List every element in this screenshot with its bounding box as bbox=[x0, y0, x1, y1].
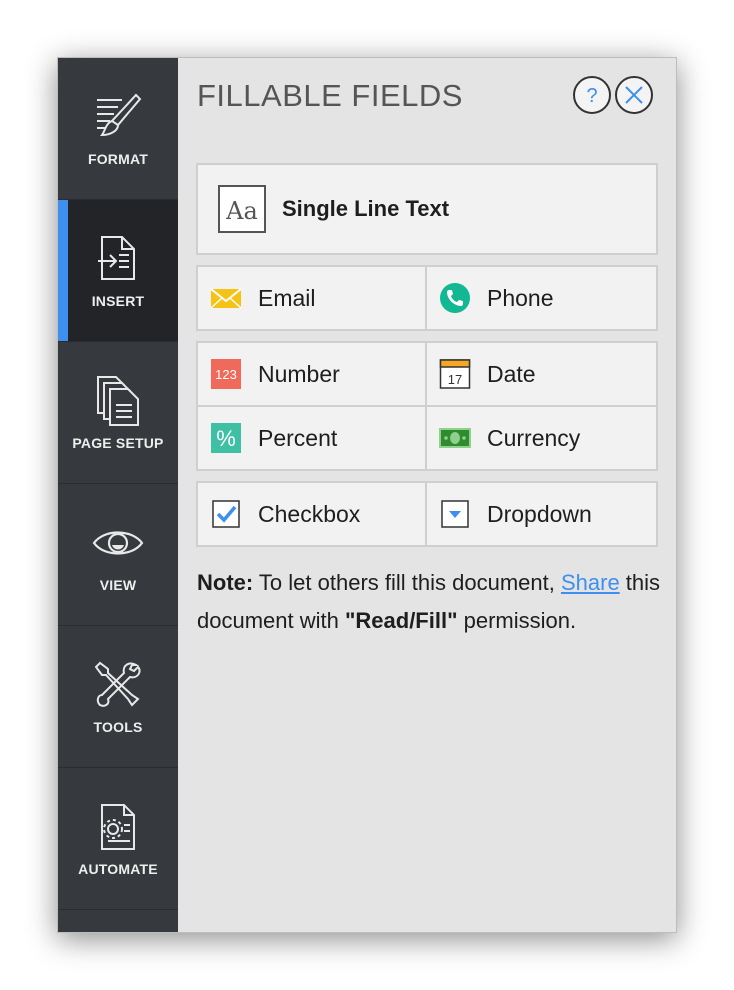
currency-field-button[interactable]: Currency bbox=[425, 405, 658, 471]
currency-label: Currency bbox=[487, 424, 581, 451]
sidebar-item-label: TOOLS bbox=[93, 718, 143, 735]
text-aa-icon: Aa bbox=[218, 185, 266, 233]
panel-title: FILLABLE FIELDS bbox=[197, 78, 463, 113]
page-setup-icon bbox=[97, 375, 139, 426]
sidebar-item-insert[interactable]: INSERT bbox=[58, 200, 178, 342]
checkbox-label: Checkbox bbox=[258, 500, 361, 527]
number-label: Number bbox=[258, 360, 340, 387]
percent-label: Percent bbox=[258, 424, 338, 451]
note-text-3: permission. bbox=[457, 608, 577, 633]
note-permission: "Read/Fill" bbox=[344, 608, 458, 633]
note-prefix: Note: bbox=[197, 570, 254, 595]
sidebar-item-label: PAGE SETUP bbox=[72, 434, 164, 451]
sidebar-item-label: FORMAT bbox=[87, 150, 149, 167]
sidebar-item-label: INSERT bbox=[91, 292, 145, 309]
checkbox-field-button[interactable]: Checkbox bbox=[196, 481, 427, 547]
close-button[interactable] bbox=[615, 76, 653, 114]
dropdown-field-button[interactable]: Dropdown bbox=[425, 481, 658, 547]
date-field-button[interactable]: 17 Date bbox=[425, 341, 658, 407]
eye-icon bbox=[92, 530, 144, 555]
help-button[interactable]: ? bbox=[573, 76, 611, 114]
percent-field-button[interactable]: % Percent bbox=[196, 405, 427, 471]
dropdown-label: Dropdown bbox=[487, 500, 592, 527]
sidebar-item-page-setup[interactable]: PAGE SETUP bbox=[58, 342, 178, 484]
svg-text:%: % bbox=[216, 426, 236, 451]
fillable-fields-window: FORMAT INSERT PAGE SETUP VIEW TOOLS AUTO… bbox=[57, 57, 677, 933]
phone-label: Phone bbox=[487, 284, 554, 311]
svg-text:17: 17 bbox=[448, 372, 462, 387]
sidebar-item-label: VIEW bbox=[99, 576, 137, 593]
help-icon: ? bbox=[586, 85, 597, 107]
checkbox-checked-icon bbox=[212, 500, 240, 528]
email-field-button[interactable]: Email bbox=[196, 265, 427, 331]
share-note: Note: To let others fill this document, … bbox=[197, 564, 667, 640]
tools-icon bbox=[94, 661, 141, 707]
sidebar-item-view[interactable]: VIEW bbox=[58, 484, 178, 626]
number-field-button[interactable]: 123 Number bbox=[196, 341, 427, 407]
svg-text:123: 123 bbox=[215, 367, 237, 382]
envelope-icon bbox=[210, 288, 242, 309]
sidebar-item-format[interactable]: FORMAT bbox=[58, 58, 178, 200]
sidebar: FORMAT INSERT PAGE SETUP VIEW TOOLS AUTO… bbox=[58, 58, 178, 932]
sidebar-item-automate[interactable]: AUTOMATE bbox=[58, 768, 178, 910]
date-label: Date bbox=[487, 360, 536, 387]
single-line-text-label: Single Line Text bbox=[282, 196, 450, 221]
dropdown-arrow-icon bbox=[441, 500, 469, 528]
format-brush-icon bbox=[97, 93, 142, 136]
svg-text:?: ? bbox=[586, 85, 597, 107]
sidebar-item-tools[interactable]: TOOLS bbox=[58, 626, 178, 768]
number-123-icon: 123 bbox=[211, 359, 241, 389]
fillable-fields-panel: FILLABLE FIELDS ? Aa Single Line Text Em… bbox=[178, 58, 676, 932]
sidebar-item-label: AUTOMATE bbox=[78, 860, 158, 877]
banknote-icon bbox=[439, 428, 471, 448]
automate-gear-document-icon bbox=[101, 803, 135, 850]
phone-icon bbox=[440, 283, 470, 313]
phone-field-button[interactable]: Phone bbox=[425, 265, 658, 331]
email-label: Email bbox=[258, 284, 316, 311]
svg-text:Aa: Aa bbox=[225, 197, 258, 225]
close-icon bbox=[625, 86, 643, 104]
share-link[interactable]: Share bbox=[561, 570, 620, 595]
calendar-icon: 17 bbox=[439, 359, 471, 389]
percent-icon: % bbox=[211, 423, 241, 453]
single-line-text-button[interactable]: Aa Single Line Text bbox=[196, 163, 658, 255]
note-text-1: To let others fill this document, bbox=[253, 570, 561, 595]
insert-document-icon bbox=[98, 235, 135, 280]
